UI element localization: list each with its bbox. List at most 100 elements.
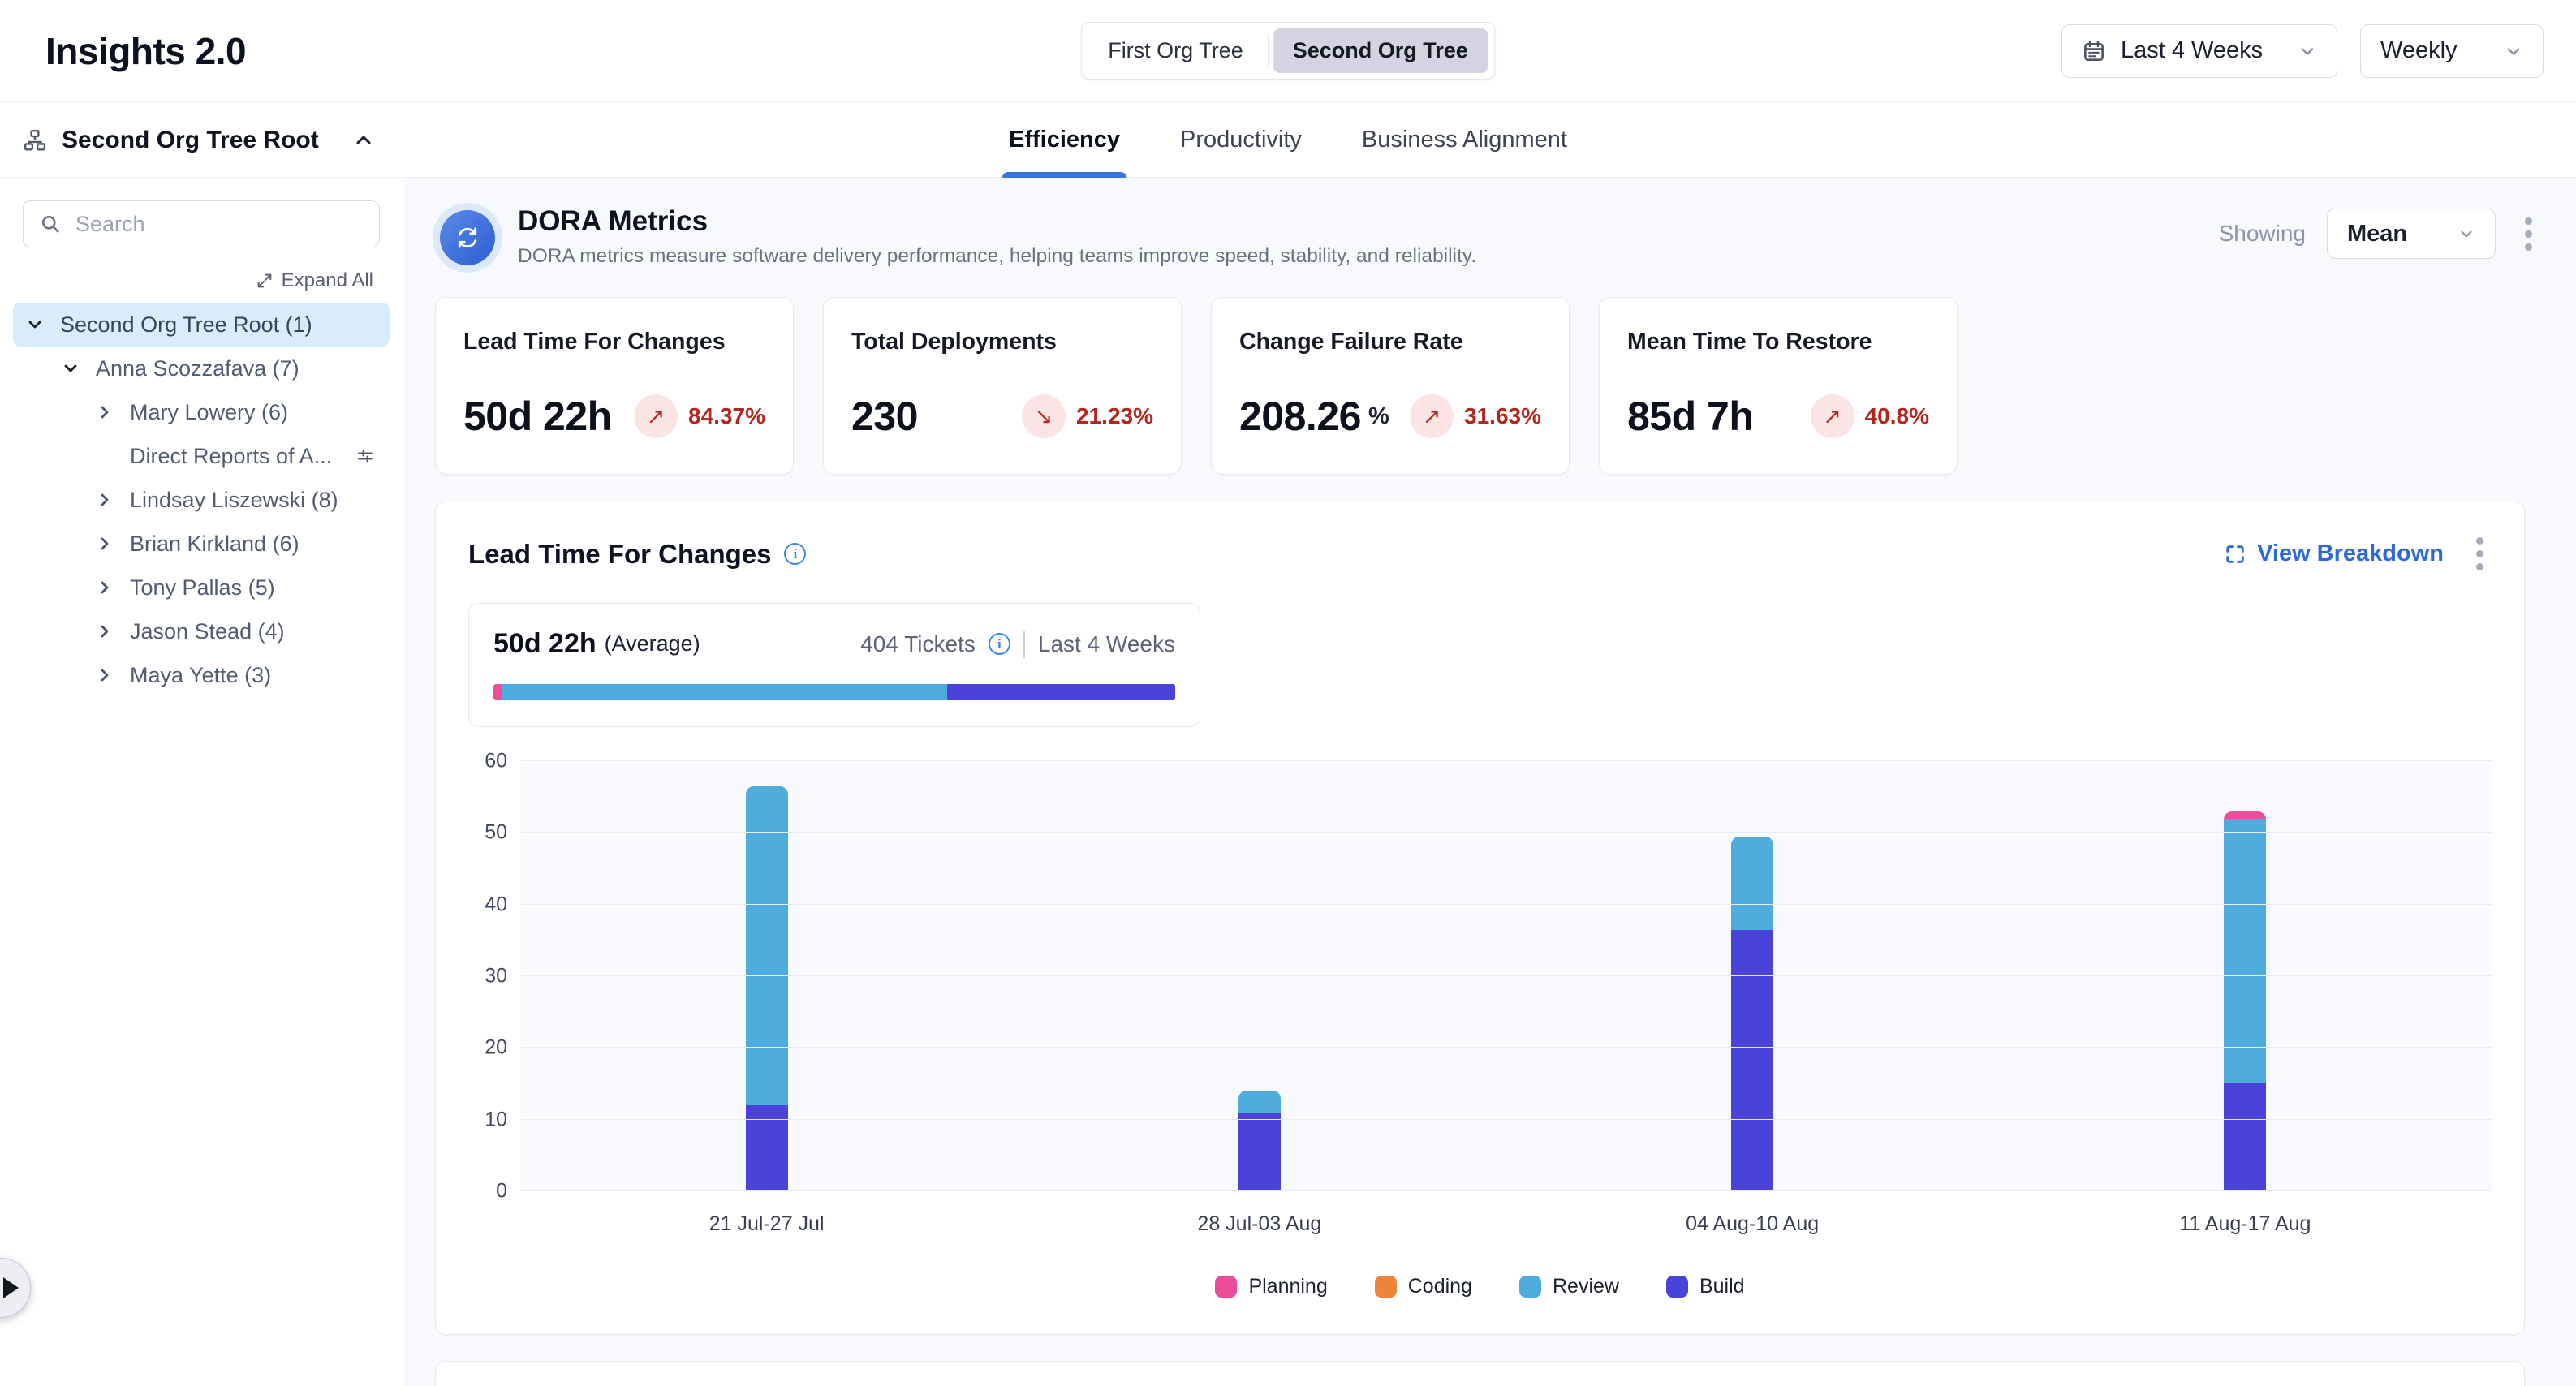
legend-item-build: Build [1666,1275,1745,1298]
tree-item-mary-lowery-6[interactable]: Mary Lowery (6) [13,390,390,434]
legend-swatch-planning [1215,1276,1237,1298]
granularity-select[interactable]: Weekly [2360,24,2544,78]
stacked-bar-28-jul-03-aug[interactable] [1238,1091,1281,1191]
tree-item-brian-kirkland-6[interactable]: Brian Kirkland (6) [13,522,390,566]
tree-item-second-org-tree-root-1[interactable]: Second Org Tree Root (1) [13,303,390,346]
tab-business-alignment[interactable]: Business Alignment [1355,103,1574,177]
tree-item-label: Mary Lowery (6) [130,400,288,425]
dora-titles: DORA Metrics DORA metrics measure softwa… [518,204,1476,268]
metric-card-title: Lead Time For Changes [463,329,765,355]
aggregation-value: Mean [2347,221,2407,248]
tab-efficiency[interactable]: Efficiency [1002,103,1126,177]
org-toggle-second-org-tree[interactable]: Second Org Tree [1273,28,1488,73]
tab-productivity[interactable]: Productivity [1174,103,1308,177]
tree-item-label: Anna Scozzafava (7) [96,356,299,381]
search-icon [39,213,62,235]
lead-time-summary: 50d 22h (Average) 404 Tickets Last 4 Wee… [468,603,1200,727]
metric-card-lead-time-for-changes: Lead Time For Changes 50d 22h↗84.37% [435,297,794,475]
legend-item-planning: Planning [1215,1275,1327,1298]
metric-card-title: Mean Time To Restore [1627,329,1929,355]
search-box [23,200,380,248]
sliders-icon[interactable] [355,446,375,466]
gridline [520,832,2492,833]
legend-label: Planning [1248,1275,1327,1298]
expand-all-button[interactable]: Expand All [251,269,378,293]
bar-segment-review [1731,837,1773,930]
chevron-down-icon[interactable] [60,359,81,378]
tabs: Efficiency Productivity Business Alignment [1002,103,1574,177]
showing-controls: Showing Mean [2219,209,2540,259]
chevron-down-icon [2458,225,2475,243]
tree-item-jason-stead-4[interactable]: Jason Stead (4) [13,609,390,653]
summary-segment-planning [493,684,502,700]
trend-badge: ↗40.8% [1811,394,1929,438]
phase-distribution-bar [493,684,1175,700]
bar-segment-build [1238,1113,1281,1191]
search-input[interactable] [23,200,380,248]
tree-item-lindsay-liszewski-8[interactable]: Lindsay Liszewski (8) [13,478,390,522]
org-chart-icon [23,128,47,153]
gridline [520,975,2492,976]
bar-slot [1506,761,1999,1191]
date-range-select[interactable]: Last 4 Weeks [2061,24,2337,78]
view-breakdown-button[interactable]: View Breakdown [2219,540,2449,568]
tree-item-label: Lindsay Liszewski (8) [130,488,338,513]
metric-card-value-row: 208.26%↗31.63% [1239,393,1541,440]
lead-time-actions: View Breakdown [2219,531,2492,577]
dora-cycle-icon [440,210,495,265]
info-icon[interactable] [989,633,1010,655]
chevron-right-icon[interactable] [94,490,115,510]
gridline [520,1190,2492,1191]
x-axis-labels: 21 Jul-27 Jul28 Jul-03 Aug04 Aug-10 Aug1… [520,1212,2492,1236]
metric-unit: % [1368,403,1389,430]
main: Efficiency Productivity Business Alignment… [404,103,2576,1386]
stacked-bar-21-jul-27-jul[interactable] [746,786,788,1191]
plot-area [520,761,2492,1191]
kebab-menu-icon[interactable] [2517,211,2540,257]
x-axis-label: 11 Aug-17 Aug [1999,1212,2492,1236]
tree-item-tony-pallas-5[interactable]: Tony Pallas (5) [13,566,390,609]
expand-corners-icon [2224,543,2246,566]
trend-delta: 21.23% [1076,403,1153,429]
chevron-right-icon[interactable] [94,665,115,685]
chevron-right-icon[interactable] [94,534,115,553]
metric-value: 85d 7h [1627,393,1753,440]
y-tick-label: 40 [485,893,507,916]
tree-item-direct-reports-of-a[interactable]: Direct Reports of A... [13,434,390,478]
tree-item-anna-scozzafava-7[interactable]: Anna Scozzafava (7) [13,346,390,390]
tree-item-label: Tony Pallas (5) [130,575,275,600]
trend-up-icon: ↗ [1811,394,1854,438]
average-value: 50d 22h [493,628,597,660]
chevron-right-icon[interactable] [94,622,115,641]
chevron-right-icon[interactable] [94,578,115,597]
lead-time-chart: 0102030405060 21 Jul-27 Jul28 Jul-03 Aug… [468,761,2492,1298]
metric-card-value-row: 50d 22h↗84.37% [463,393,765,440]
lead-time-header: Lead Time For Changes View Breakdown [468,531,2492,577]
top-header: Insights 2.0 First Org TreeSecond Org Tr… [0,0,2576,102]
chevron-right-icon[interactable] [94,402,115,422]
bar-segment-planning [2224,811,2266,819]
y-tick-label: 30 [485,965,507,988]
trend-badge: ↗84.37% [634,394,765,438]
aggregation-select[interactable]: Mean [2327,209,2496,259]
trend-badge: ↘21.23% [1022,394,1153,438]
tree-item-maya-yette-3[interactable]: Maya Yette (3) [13,653,390,697]
org-toggle-first-org-tree[interactable]: First Org Tree [1088,28,1263,73]
x-axis-label: 28 Jul-03 Aug [1013,1212,1506,1236]
kebab-menu-icon[interactable] [2468,531,2492,577]
sidebar-collapse-button[interactable] [347,124,380,157]
y-tick-label: 20 [485,1036,507,1060]
stacked-bar-11-aug-17-aug[interactable] [2224,811,2266,1191]
summary-segment-review [502,684,947,700]
org-tree-toggle: First Org TreeSecond Org Tree [1081,22,1495,80]
metric-card-total-deployments: Total Deployments 230 ↘21.23% [823,297,1182,475]
metric-card-change-failure-rate: Change Failure Rate208.26%↗31.63% [1211,297,1570,475]
metric-card-title: Total Deployments [851,329,1153,355]
metric-value: 230 [851,393,918,440]
info-icon[interactable] [784,543,806,565]
metric-card-mean-time-to-restore: Mean Time To Restore 85d 7h ↗40.8% [1599,297,1958,475]
stacked-bar-04-aug-10-aug[interactable] [1731,837,1773,1191]
chevron-down-icon[interactable] [24,315,45,334]
chevron-down-icon [2298,41,2317,61]
summary-row: 50d 22h (Average) 404 Tickets Last 4 Wee… [493,628,1175,660]
